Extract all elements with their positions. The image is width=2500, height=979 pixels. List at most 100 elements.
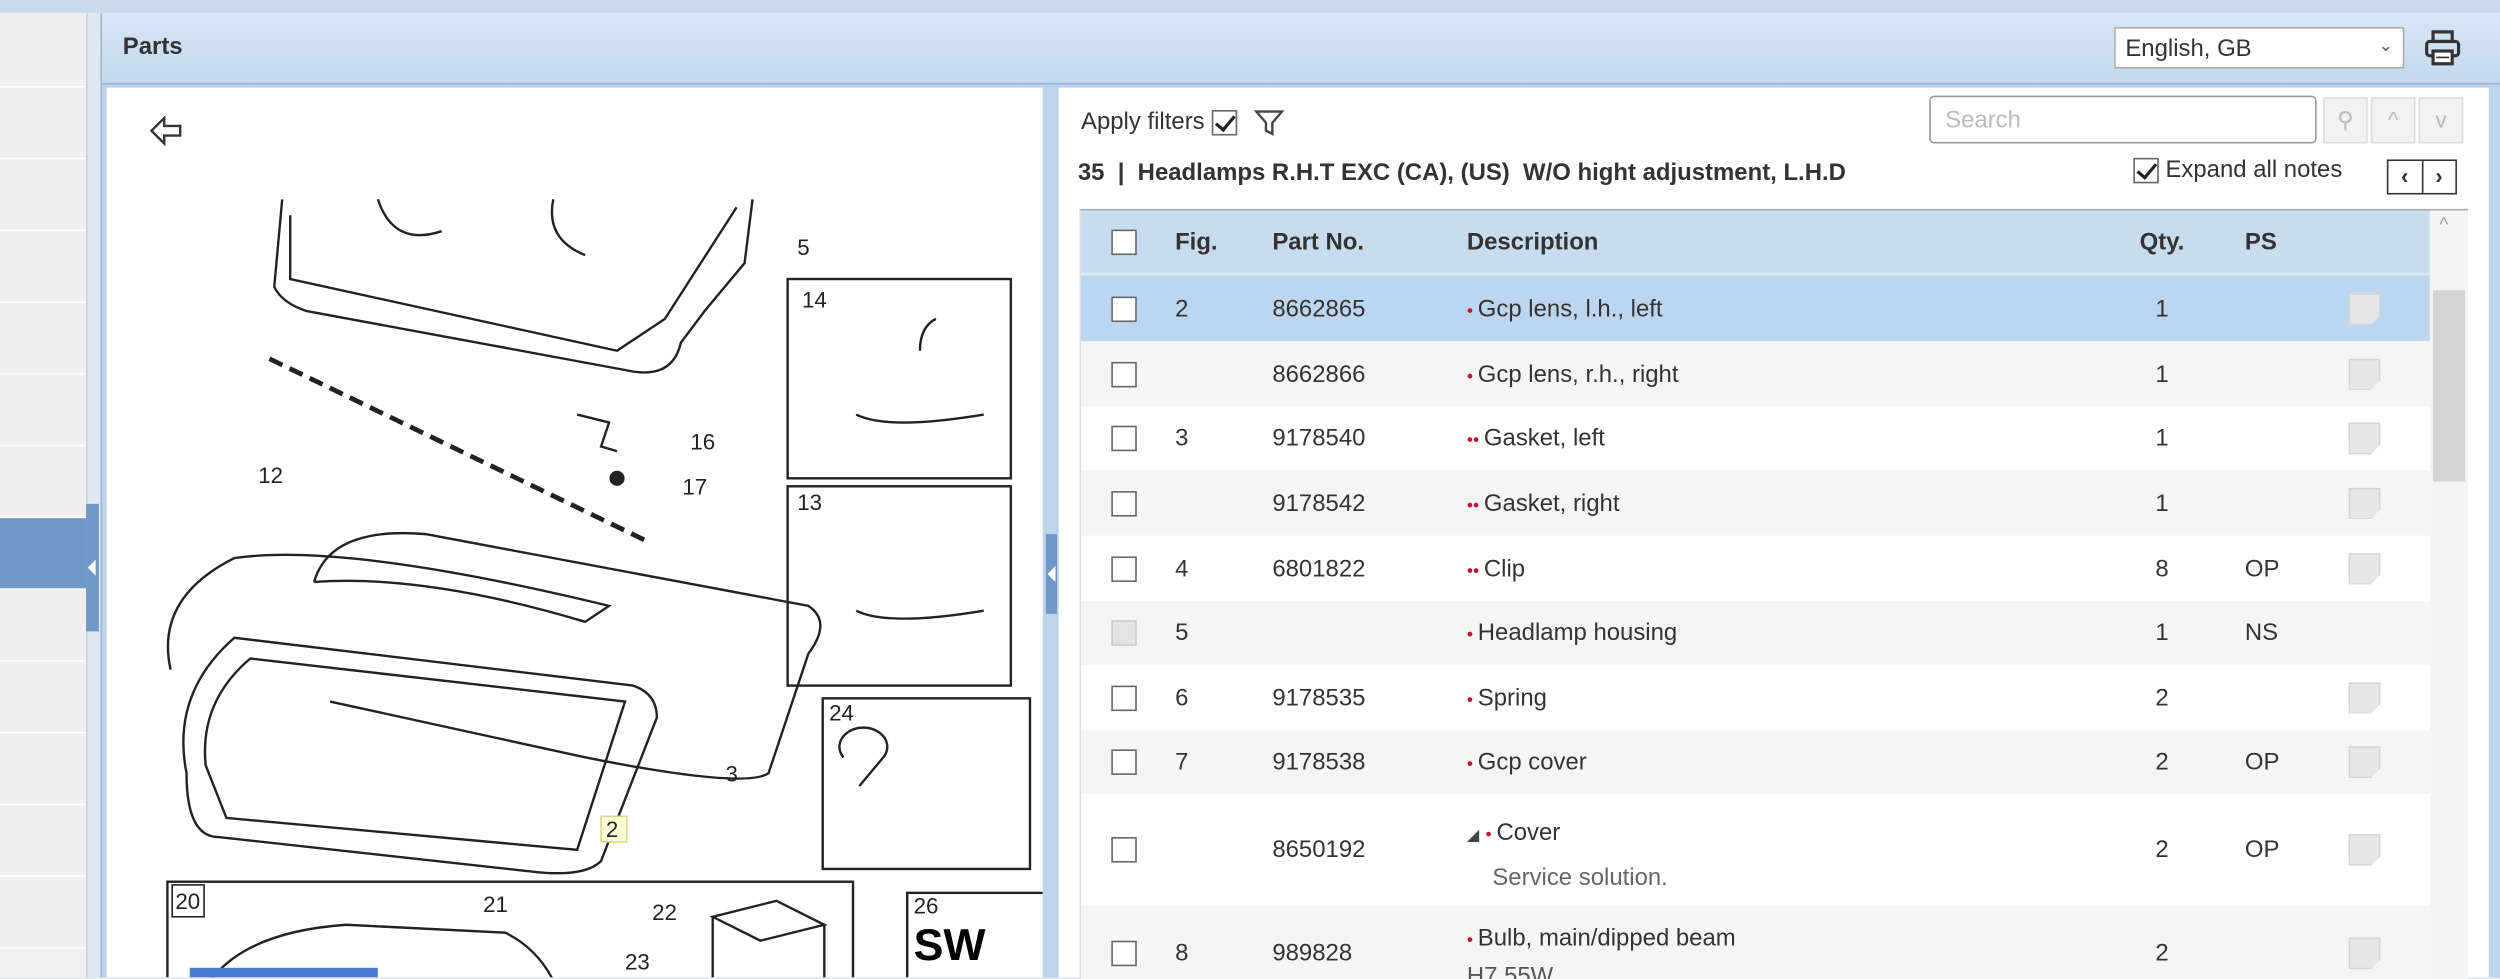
top-strip: [0, 0, 2500, 13]
description-text: Clip: [1483, 554, 1526, 582]
part-number: 8662865: [1272, 294, 1366, 323]
row-checkbox[interactable]: [1111, 295, 1137, 322]
sidebar-item[interactable]: [0, 518, 87, 590]
part-number: 8650192: [1272, 836, 1366, 864]
part-number: 9178542: [1272, 489, 1366, 517]
callout-2: 2: [606, 817, 618, 842]
collapse-arrow-icon: [1047, 566, 1056, 582]
col-fig[interactable]: Fig.: [1175, 228, 1218, 255]
prev-section-button[interactable]: ‹: [2388, 161, 2423, 193]
table-row[interactable]: 5 • Headlamp housing 1 NS: [1081, 601, 2430, 665]
table-row[interactable]: 4 6801822 •• Clip 8 OP: [1081, 535, 2430, 602]
expand-notes-checkbox[interactable]: [2133, 157, 2159, 184]
sidebar-item[interactable]: [0, 876, 87, 949]
description-subtext: Service solution.: [1492, 864, 1668, 892]
note-icon[interactable]: [2348, 487, 2381, 519]
quantity: 8: [2155, 554, 2169, 582]
note-icon[interactable]: [2348, 552, 2381, 585]
language-select[interactable]: English, GB ⌄: [2114, 27, 2405, 69]
section-nav: ‹ ›: [2386, 159, 2457, 195]
quantity: 1: [2155, 489, 2169, 517]
callout-24: 24: [829, 701, 854, 726]
sidebar-collapse-handle[interactable]: [86, 503, 99, 632]
sidebar-item[interactable]: [0, 374, 87, 447]
apply-filters-checkbox[interactable]: [1211, 110, 1237, 136]
row-checkbox[interactable]: [1111, 555, 1137, 582]
quantity: 1: [2155, 360, 2169, 388]
panel-splitter[interactable]: [1045, 87, 1058, 978]
expand-triangle-icon[interactable]: ◢: [1467, 827, 1479, 845]
description: • Gcp lens, r.h., right: [1467, 360, 1679, 387]
apply-filters[interactable]: Apply filters: [1081, 108, 1285, 137]
table-row[interactable]: 6 9178535 • Spring 2: [1081, 664, 2430, 731]
sidebar-item[interactable]: [0, 733, 87, 806]
table-row[interactable]: 8650192 ◢ • Cover Service solution. 2 OP: [1081, 794, 2430, 906]
expand-all-notes[interactable]: Expand all notes: [2133, 156, 2342, 184]
callout-21: 21: [483, 892, 508, 917]
col-description[interactable]: Description: [1467, 228, 1599, 255]
diagram-toolbar[interactable]: [189, 967, 378, 978]
sidebar-item[interactable]: [0, 302, 87, 375]
level-bullets: ••: [1466, 561, 1480, 581]
callout-14: 14: [802, 288, 827, 313]
sidebar-item[interactable]: [0, 15, 87, 88]
search-input[interactable]: Search: [1929, 95, 2317, 144]
fig-number: 7: [1175, 748, 1189, 776]
col-qty[interactable]: Qty.: [2133, 228, 2190, 255]
row-checkbox[interactable]: [1111, 425, 1137, 452]
note-icon[interactable]: [2348, 937, 2381, 970]
sidebar-item[interactable]: [0, 446, 87, 519]
part-number: 9178535: [1272, 683, 1366, 712]
table-row[interactable]: 7 9178538 • Gcp cover 2 OP: [1081, 730, 2430, 795]
scrollbar-thumb[interactable]: [2433, 290, 2465, 482]
quantity: 2: [2155, 748, 2169, 776]
search-prev-button[interactable]: ^: [2370, 97, 2416, 144]
next-section-button[interactable]: ›: [2423, 161, 2456, 193]
search-next-button[interactable]: v: [2418, 97, 2464, 144]
sidebar-item[interactable]: [0, 87, 87, 160]
table-row[interactable]: 2 8662865 • Gcp lens, l.h., left 1: [1081, 275, 2430, 342]
sidebar-item[interactable]: [0, 589, 87, 662]
description-text: Gcp lens, l.h., left: [1477, 294, 1663, 323]
row-checkbox[interactable]: [1111, 749, 1137, 775]
search-button[interactable]: ⚲: [2323, 97, 2368, 144]
callout-17: 17: [682, 474, 707, 499]
part-number: 9178538: [1272, 748, 1366, 776]
col-part-no[interactable]: Part No.: [1272, 228, 1364, 255]
note-icon[interactable]: [2348, 422, 2381, 455]
filter-icon[interactable]: [1253, 108, 1285, 137]
note-icon[interactable]: [2348, 681, 2381, 714]
table-row[interactable]: 3 9178540 •• Gasket, left 1: [1081, 406, 2430, 471]
note-icon[interactable]: [2348, 833, 2381, 866]
callout-23: 23: [625, 949, 650, 974]
table-row[interactable]: 9178542 •• Gasket, right 1: [1081, 470, 2430, 536]
row-checkbox[interactable]: [1111, 684, 1137, 711]
note-icon[interactable]: [2348, 292, 2381, 325]
sidebar-item[interactable]: [0, 661, 87, 734]
note-icon[interactable]: [2348, 746, 2381, 779]
callout-20: 20: [175, 889, 200, 914]
collapse-arrow-icon: [87, 559, 96, 576]
row-checkbox[interactable]: [1111, 837, 1137, 863]
row-checkbox[interactable]: [1111, 361, 1137, 387]
row-checkbox[interactable]: [1111, 490, 1137, 516]
level-bullets: •: [1466, 366, 1474, 386]
print-icon[interactable]: [2423, 29, 2461, 67]
description-text: Gcp cover: [1477, 748, 1587, 776]
sidebar-item[interactable]: [0, 231, 87, 303]
sidebar-item[interactable]: [0, 805, 87, 877]
level-bullets: ••: [1466, 495, 1480, 515]
level-bullets: •: [1485, 825, 1492, 846]
sidebar-item[interactable]: [0, 159, 87, 232]
select-all-checkbox[interactable]: [1111, 228, 1137, 255]
description: •• Gasket, right: [1467, 489, 1620, 516]
col-ps[interactable]: PS: [2245, 228, 2277, 255]
table-row[interactable]: 8662866 • Gcp lens, r.h., right 1: [1081, 341, 2430, 407]
row-checkbox[interactable]: [1111, 940, 1137, 967]
back-arrow-icon[interactable]: [149, 115, 182, 147]
scroll-up-icon[interactable]: ^: [2439, 214, 2448, 236]
note-icon[interactable]: [2348, 357, 2381, 390]
level-bullets: •: [1466, 754, 1474, 775]
table-row[interactable]: 8 989828 • Bulb, main/dipped beam H7 55W 2: [1081, 905, 2430, 979]
parts-diagram[interactable]: 5 14 16 17 12 13 24 3 2 20 21 22 23 26 S…: [106, 87, 1043, 978]
